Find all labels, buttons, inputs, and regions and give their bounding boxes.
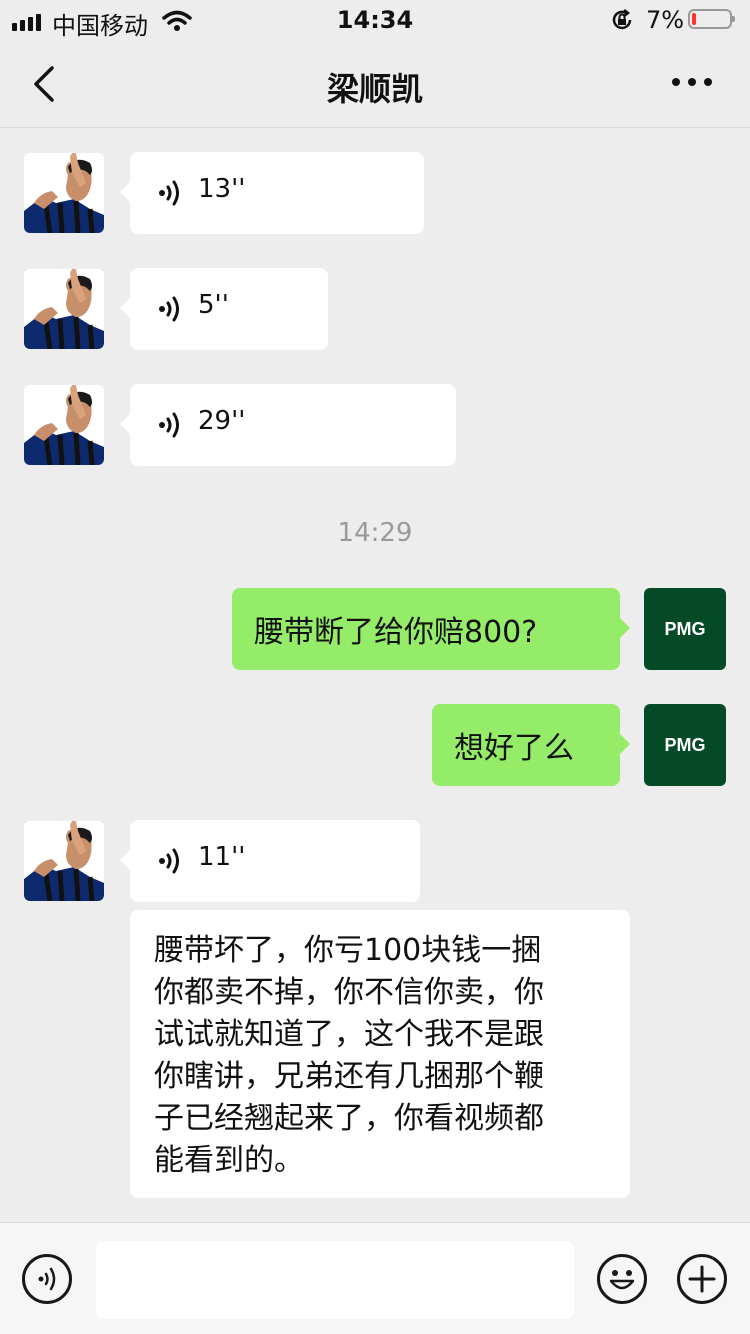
my-avatar[interactable]: PMG <box>644 704 726 786</box>
text-line: 你都卖不掉，你不信你卖，你 <box>154 975 544 1010</box>
battery-icon <box>688 9 735 29</box>
voice-message[interactable]: 11'' <box>120 820 420 902</box>
contact-avatar[interactable] <box>24 821 104 901</box>
outgoing-text-message[interactable]: 想好了么 <box>432 704 630 786</box>
nav-bar: 梁顺凯 <box>0 40 750 128</box>
voice-message[interactable]: 29'' <box>120 384 456 466</box>
outgoing-text-message[interactable]: 腰带断了给你赔800? <box>232 588 630 670</box>
voice-duration: 13'' <box>198 174 246 204</box>
input-bar <box>0 1222 750 1334</box>
chat-title: 梁顺凯 <box>326 70 423 108</box>
text-line: 试试就知道了，这个我不是跟 <box>154 1017 544 1052</box>
voice-duration: 29'' <box>198 406 246 436</box>
text-line: 腰带坏了，你亏100块钱一捆 <box>154 933 542 968</box>
battery-percent: 7% <box>646 6 685 34</box>
more-options-button[interactable] <box>677 1254 727 1304</box>
message-text: 想好了么 <box>454 731 574 766</box>
message-input[interactable] <box>96 1241 574 1319</box>
emoji-icon <box>609 1270 635 1290</box>
status-time: 14:34 <box>336 6 414 34</box>
contact-avatar[interactable] <box>24 269 104 349</box>
my-avatar-label: PMG <box>664 618 706 639</box>
voice-message[interactable]: 13'' <box>120 152 424 234</box>
contact-avatar[interactable] <box>24 385 104 465</box>
voice-input-button[interactable] <box>22 1254 72 1304</box>
voice-duration: 11'' <box>198 842 246 872</box>
emoji-button[interactable] <box>597 1254 647 1304</box>
text-line: 能看到的。 <box>154 1143 304 1178</box>
chat-timestamp: 14:29 <box>337 518 413 548</box>
more-dots-icon[interactable] <box>672 78 712 86</box>
voice-play-icon <box>159 412 179 438</box>
converted-text-message[interactable]: 腰带坏了，你亏100块钱一捆 你都卖不掉，你不信你卖，你 试试就知道了，这个我不… <box>130 910 630 1198</box>
my-avatar-label: PMG <box>664 734 706 755</box>
voice-play-icon <box>159 180 179 206</box>
message-text: 腰带断了给你赔800? <box>254 615 538 650</box>
text-line: 你瞎讲，兄弟还有几捆那个鞭 <box>154 1059 544 1094</box>
voice-play-icon <box>159 296 179 322</box>
voice-input-icon <box>38 1267 56 1291</box>
voice-duration: 5'' <box>198 290 229 320</box>
contact-avatar[interactable] <box>24 153 104 233</box>
voice-play-icon <box>159 848 179 874</box>
plus-icon <box>688 1265 716 1293</box>
status-bar: 中国移动 14:34 7% <box>0 0 750 40</box>
rotation-lock-icon <box>612 9 632 30</box>
text-line: 子已经翘起来了，你看视频都 <box>154 1101 544 1136</box>
voice-message[interactable]: 5'' <box>120 268 328 350</box>
my-avatar[interactable]: PMG <box>644 588 726 670</box>
